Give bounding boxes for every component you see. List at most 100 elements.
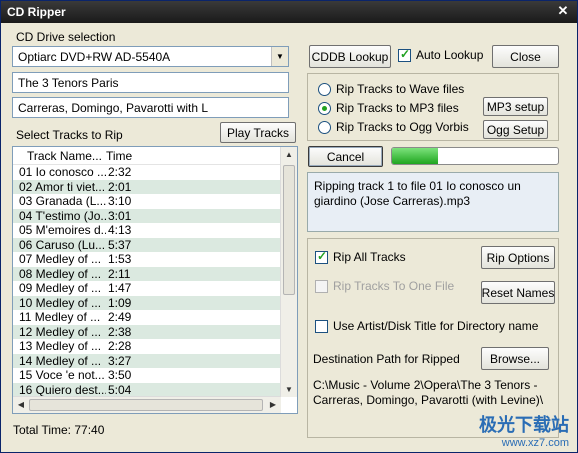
rip-mp3-radio[interactable] [318, 101, 331, 115]
track-name-cell: 03 Granada (L... [19, 194, 106, 208]
table-row[interactable]: 15 Voce 'e not... 3:50 [13, 368, 281, 383]
track-time-cell: 3:01 [108, 208, 132, 223]
table-row[interactable]: 06 Caruso (Lu... 5:37 [13, 237, 281, 252]
auto-lookup-label: Auto Lookup [416, 48, 484, 62]
column-header-time[interactable]: Time [106, 147, 132, 164]
horizontal-scroll-thumb[interactable] [29, 399, 263, 411]
track-name-cell: 06 Caruso (Lu... [19, 237, 106, 252]
track-name-cell: 14 Medley of ... [19, 353, 102, 368]
rip-wave-label: Rip Tracks to Wave files [336, 82, 465, 96]
table-row[interactable]: 03 Granada (L... 3:10 [13, 194, 281, 209]
scroll-up-icon[interactable]: ▲ [282, 150, 296, 159]
table-row[interactable]: 09 Medley of ... 1:47 [13, 281, 281, 296]
rip-wave-radio[interactable] [318, 82, 331, 96]
table-row[interactable]: 05 M'emoires d... 4:13 [13, 223, 281, 238]
track-time-cell: 5:37 [108, 237, 132, 252]
album-title-field[interactable]: The 3 Tenors Paris [12, 72, 289, 93]
track-name-cell: 08 Medley of ... [19, 266, 102, 281]
table-row[interactable]: 01 Io conosco ... 2:32 [13, 165, 281, 180]
table-row[interactable]: 16 Quiero dest... 5:04 [13, 382, 281, 397]
browse-button[interactable]: Browse... [481, 347, 549, 370]
track-name-cell: 02 Amor ti viet... [19, 179, 106, 194]
vertical-scrollbar[interactable]: ▲ ▼ [280, 147, 297, 397]
rip-mp3-option[interactable]: Rip Tracks to MP3 files [318, 101, 459, 115]
table-row[interactable]: 14 Medley of ... 3:27 [13, 353, 281, 368]
window-close-icon[interactable]: ✕ [555, 3, 571, 19]
window-title: CD Ripper [7, 5, 66, 19]
table-row[interactable]: 11 Medley of ... 2:49 [13, 310, 281, 325]
use-artist-title-check-icon[interactable] [315, 319, 328, 333]
rip-ogg-option[interactable]: Rip Tracks to Ogg Vorbis [318, 120, 469, 134]
rip-ogg-radio[interactable] [318, 120, 331, 134]
track-name-cell: 15 Voce 'e not... [19, 368, 105, 382]
vertical-scroll-thumb[interactable] [283, 165, 295, 295]
track-time-cell: 3:50 [108, 368, 132, 382]
auto-lookup-checkbox[interactable]: Auto Lookup [398, 47, 484, 62]
track-time-cell: 2:28 [108, 339, 132, 353]
table-row[interactable]: 12 Medley of ... 2:38 [13, 324, 281, 339]
track-time-cell: 3:27 [108, 353, 132, 368]
track-time-cell: 2:38 [108, 324, 132, 339]
table-row[interactable]: 04 T'estimo (Jo... 3:01 [13, 208, 281, 223]
rip-progress-bar [391, 147, 559, 165]
watermark-url: www.xz7.com [501, 437, 569, 449]
table-row[interactable]: 13 Medley of ... 2:28 [13, 339, 281, 354]
use-artist-title-checkbox[interactable]: Use Artist/Disk Title for Directory name [315, 319, 538, 333]
cddb-lookup-button[interactable]: CDDB Lookup [309, 45, 391, 68]
watermark-title: 极光下载站 [479, 415, 569, 435]
ogg-setup-button[interactable]: Ogg Setup [483, 120, 548, 139]
track-time-cell: 1:53 [108, 252, 132, 266]
rip-progress-fill [392, 148, 439, 164]
track-list[interactable]: Track Name... Time 01 Io conosco ... 2:32… [12, 146, 298, 414]
cd-ripper-window: CD Ripper ✕ CD Drive selection Optiarc D… [0, 0, 578, 453]
select-tracks-label: Select Tracks to Rip [16, 128, 123, 142]
rip-all-tracks-checkbox[interactable]: Rip All Tracks [315, 249, 406, 264]
table-row[interactable]: 07 Medley of ... 1:53 [13, 252, 281, 267]
track-rows: 01 Io conosco ... 2:32 02 Amor ti viet... 2… [13, 165, 281, 397]
track-name-cell: 16 Quiero dest... [19, 382, 106, 397]
horizontal-scrollbar[interactable]: ◀ ▶ [13, 396, 281, 413]
track-name-cell: 01 Io conosco ... [19, 165, 106, 179]
table-row[interactable]: 10 Medley of ... 1:09 [13, 295, 281, 310]
column-header-track-name[interactable]: Track Name... [13, 147, 106, 164]
drive-select[interactable]: Optiarc DVD+RW AD-5540A ▼ [12, 46, 289, 67]
scroll-right-icon[interactable]: ▶ [266, 400, 280, 409]
track-time-cell: 2:32 [108, 165, 132, 179]
track-name-cell: 11 Medley of ... [19, 310, 101, 324]
play-tracks-button[interactable]: Play Tracks [220, 122, 296, 143]
scroll-down-icon[interactable]: ▼ [282, 385, 296, 394]
auto-lookup-check-icon[interactable] [398, 47, 411, 62]
rip-all-tracks-check-icon[interactable] [315, 249, 328, 264]
chevron-down-icon[interactable]: ▼ [271, 47, 288, 66]
close-button[interactable]: Close [492, 45, 559, 68]
track-name-cell: 05 M'emoires d... [19, 223, 106, 237]
destination-path: C:\Music - Volume 2\Opera\The 3 Tenors -… [313, 378, 544, 407]
track-name-cell: 04 T'estimo (Jo... [19, 208, 106, 223]
table-row[interactable]: 02 Amor ti viet... 2:01 [13, 179, 281, 194]
track-time-cell: 5:04 [108, 382, 132, 397]
status-message: Ripping track 1 to file 01 Io conosco un… [307, 172, 559, 232]
track-time-cell: 1:47 [108, 281, 132, 295]
track-time-cell: 2:49 [108, 310, 132, 324]
track-time-cell: 3:10 [108, 194, 132, 208]
track-time-cell: 2:01 [108, 179, 132, 194]
artist-field[interactable]: Carreras, Domingo, Pavarotti with L [12, 97, 289, 118]
drive-select-value: Optiarc DVD+RW AD-5540A [18, 50, 171, 64]
rip-to-one-file-label: Rip Tracks To One File [333, 279, 455, 293]
destination-label: Destination Path for Ripped [313, 352, 460, 366]
track-time-cell: 4:13 [108, 223, 132, 237]
reset-names-button[interactable]: Reset Names [481, 281, 555, 304]
rip-options-button[interactable]: Rip Options [481, 246, 555, 269]
rip-mp3-label: Rip Tracks to MP3 files [336, 101, 459, 115]
title-bar: CD Ripper ✕ [1, 1, 577, 23]
track-time-cell: 2:11 [108, 266, 131, 281]
mp3-setup-button[interactable]: MP3 setup [483, 97, 548, 116]
cancel-button[interactable]: Cancel [308, 146, 383, 167]
track-name-cell: 07 Medley of ... [19, 252, 102, 266]
track-time-cell: 1:09 [108, 295, 132, 310]
rip-ogg-label: Rip Tracks to Ogg Vorbis [336, 120, 469, 134]
scroll-left-icon[interactable]: ◀ [14, 400, 28, 409]
table-row[interactable]: 08 Medley of ... 2:11 [13, 266, 281, 281]
rip-wave-option[interactable]: Rip Tracks to Wave files [318, 82, 464, 96]
use-artist-title-label: Use Artist/Disk Title for Directory name [333, 319, 539, 333]
